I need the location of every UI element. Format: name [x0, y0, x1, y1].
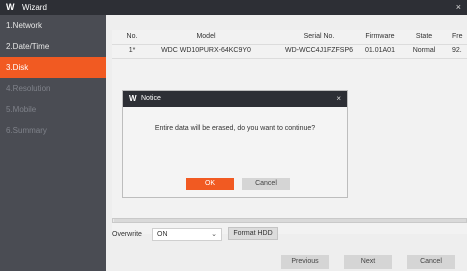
window-titlebar: W Wizard ×	[0, 0, 467, 15]
dialog-message: Entire data will be erased, do you want …	[154, 125, 316, 132]
header-no: No.	[126, 33, 138, 40]
chevron-down-icon: ⌄	[211, 231, 217, 238]
cell-firmware: 01.01A01	[365, 47, 395, 54]
sidebar-item-mobile[interactable]: 5.Mobile	[0, 99, 106, 120]
sidebar-item-resolution[interactable]: 4.Resolution	[0, 78, 106, 99]
sidebar-item-network[interactable]: 1.Network	[0, 15, 106, 36]
dialog-title: Notice	[141, 95, 161, 102]
dialog-titlebar: W Notice ×	[123, 91, 347, 107]
horizontal-scrollbar[interactable]	[112, 218, 467, 223]
dialog-close-icon[interactable]: ×	[336, 94, 341, 103]
header-state: State	[415, 33, 433, 40]
dialog-cancel-button[interactable]: Cancel	[242, 178, 290, 190]
notice-dialog: W Notice × Entire data will be erased, d…	[122, 90, 348, 198]
format-hdd-button[interactable]: Format HDD	[228, 227, 278, 240]
close-icon[interactable]: ×	[456, 2, 461, 12]
overwrite-value: ON	[157, 231, 168, 238]
previous-button[interactable]: Previous	[281, 255, 329, 269]
row-divider	[112, 58, 467, 59]
next-button[interactable]: Next	[344, 255, 392, 269]
sidebar-item-date-time[interactable]: 2.Date/Time	[0, 36, 106, 57]
scrollbar-thumb[interactable]	[114, 219, 466, 222]
table-row[interactable]: 1* WDC WD10PURX-64KC9Y0 WD-WCC4J1FZFSP6 …	[112, 44, 467, 58]
dialog-logo-icon: W	[129, 94, 137, 103]
sidebar-item-summary[interactable]: 6.Summary	[0, 120, 106, 141]
header-model: Model	[196, 33, 216, 40]
window-title: Wizard	[22, 3, 47, 12]
overwrite-label: Overwrite	[112, 231, 142, 238]
cell-serial: WD-WCC4J1FZFSP6	[284, 47, 354, 54]
cell-state: Normal	[412, 47, 436, 54]
cell-no: 1*	[128, 47, 136, 54]
cell-free: 92.	[452, 47, 462, 54]
wizard-sidebar: 1.Network 2.Date/Time 3.Disk 4.Resolutio…	[0, 15, 106, 271]
table-header: No. Model Serial No. Firmware State Fre	[112, 30, 467, 44]
header-serial: Serial No.	[303, 33, 335, 40]
app-logo-icon: W	[6, 2, 15, 12]
dialog-ok-button[interactable]: OK	[186, 178, 234, 190]
overwrite-select[interactable]: ON ⌄	[152, 228, 222, 241]
cancel-button[interactable]: Cancel	[407, 255, 455, 269]
header-firmware: Firmware	[365, 33, 395, 40]
cell-model: WDC WD10PURX-64KC9Y0	[161, 47, 251, 54]
header-free: Fre	[452, 33, 463, 40]
sidebar-item-disk[interactable]: 3.Disk	[0, 57, 106, 78]
